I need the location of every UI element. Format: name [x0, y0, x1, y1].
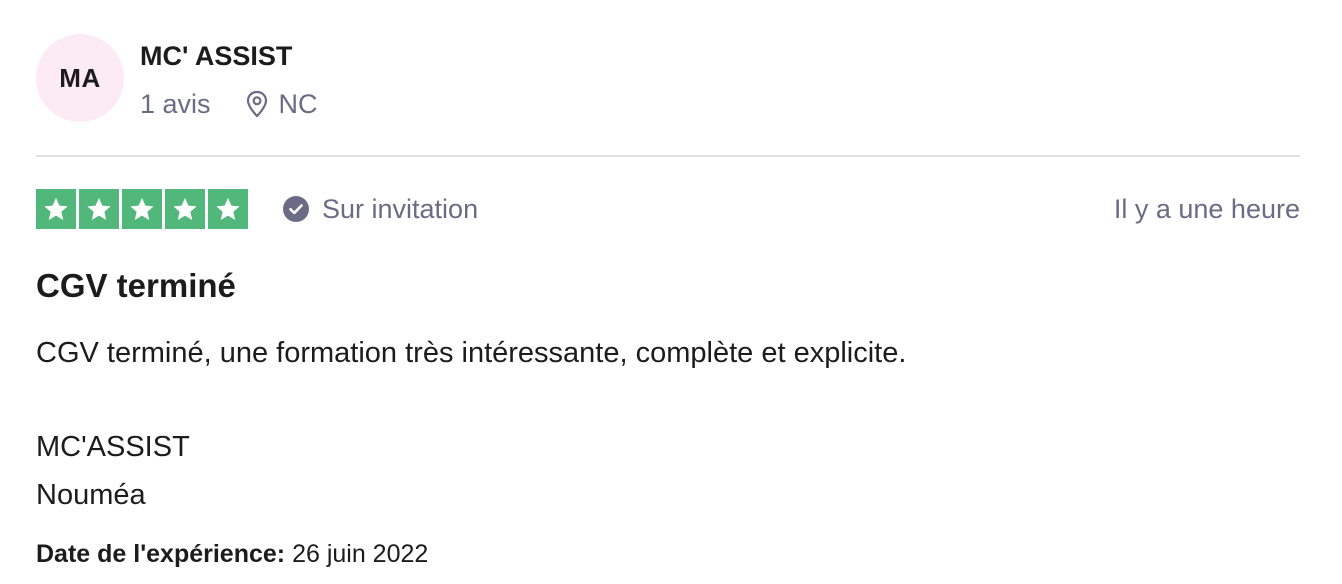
divider — [36, 155, 1300, 157]
reviewer-info: MC' ASSIST 1 avis NC — [140, 34, 318, 120]
star-icon — [79, 189, 119, 229]
star-rating — [36, 189, 248, 229]
experience-date-label: Date de l'expérience: — [36, 540, 286, 568]
avatar-initials: MA — [59, 62, 101, 93]
review-signature-name: MC'ASSIST — [36, 431, 190, 463]
avatar[interactable]: MA — [36, 34, 124, 122]
experience-date: Date de l'expérience: 26 juin 2022 — [36, 536, 428, 572]
star-icon — [122, 189, 162, 229]
review-text: CGV terminé, une formation très intéress… — [36, 337, 907, 369]
star-icon — [208, 189, 248, 229]
review-title[interactable]: CGV terminé — [36, 264, 236, 308]
review-body: CGV terminé, une formation très intéress… — [36, 332, 906, 374]
star-icon — [165, 189, 205, 229]
reviewer-name[interactable]: MC' ASSIST — [140, 38, 318, 74]
experience-date-value: 26 juin 2022 — [292, 540, 429, 568]
review-time: Il y a une heure — [1113, 193, 1300, 224]
location-label: NC — [278, 89, 318, 119]
verified-label: Sur invitation — [322, 193, 479, 224]
verified-badge[interactable]: Sur invitation — [282, 194, 478, 225]
map-pin-icon — [246, 90, 267, 118]
star-icon — [36, 189, 76, 229]
reviewer-meta: 1 avis NC — [140, 88, 318, 120]
reviewer-header: MA MC' ASSIST 1 avis NC — [36, 34, 318, 122]
review-signature-city: Nouméa — [36, 479, 146, 511]
rating-row: Sur invitation Il y a une heure — [36, 188, 1300, 230]
check-circle-icon — [283, 196, 309, 222]
reviewer-location: NC — [245, 88, 318, 120]
review-count: 1 avis — [140, 89, 211, 119]
